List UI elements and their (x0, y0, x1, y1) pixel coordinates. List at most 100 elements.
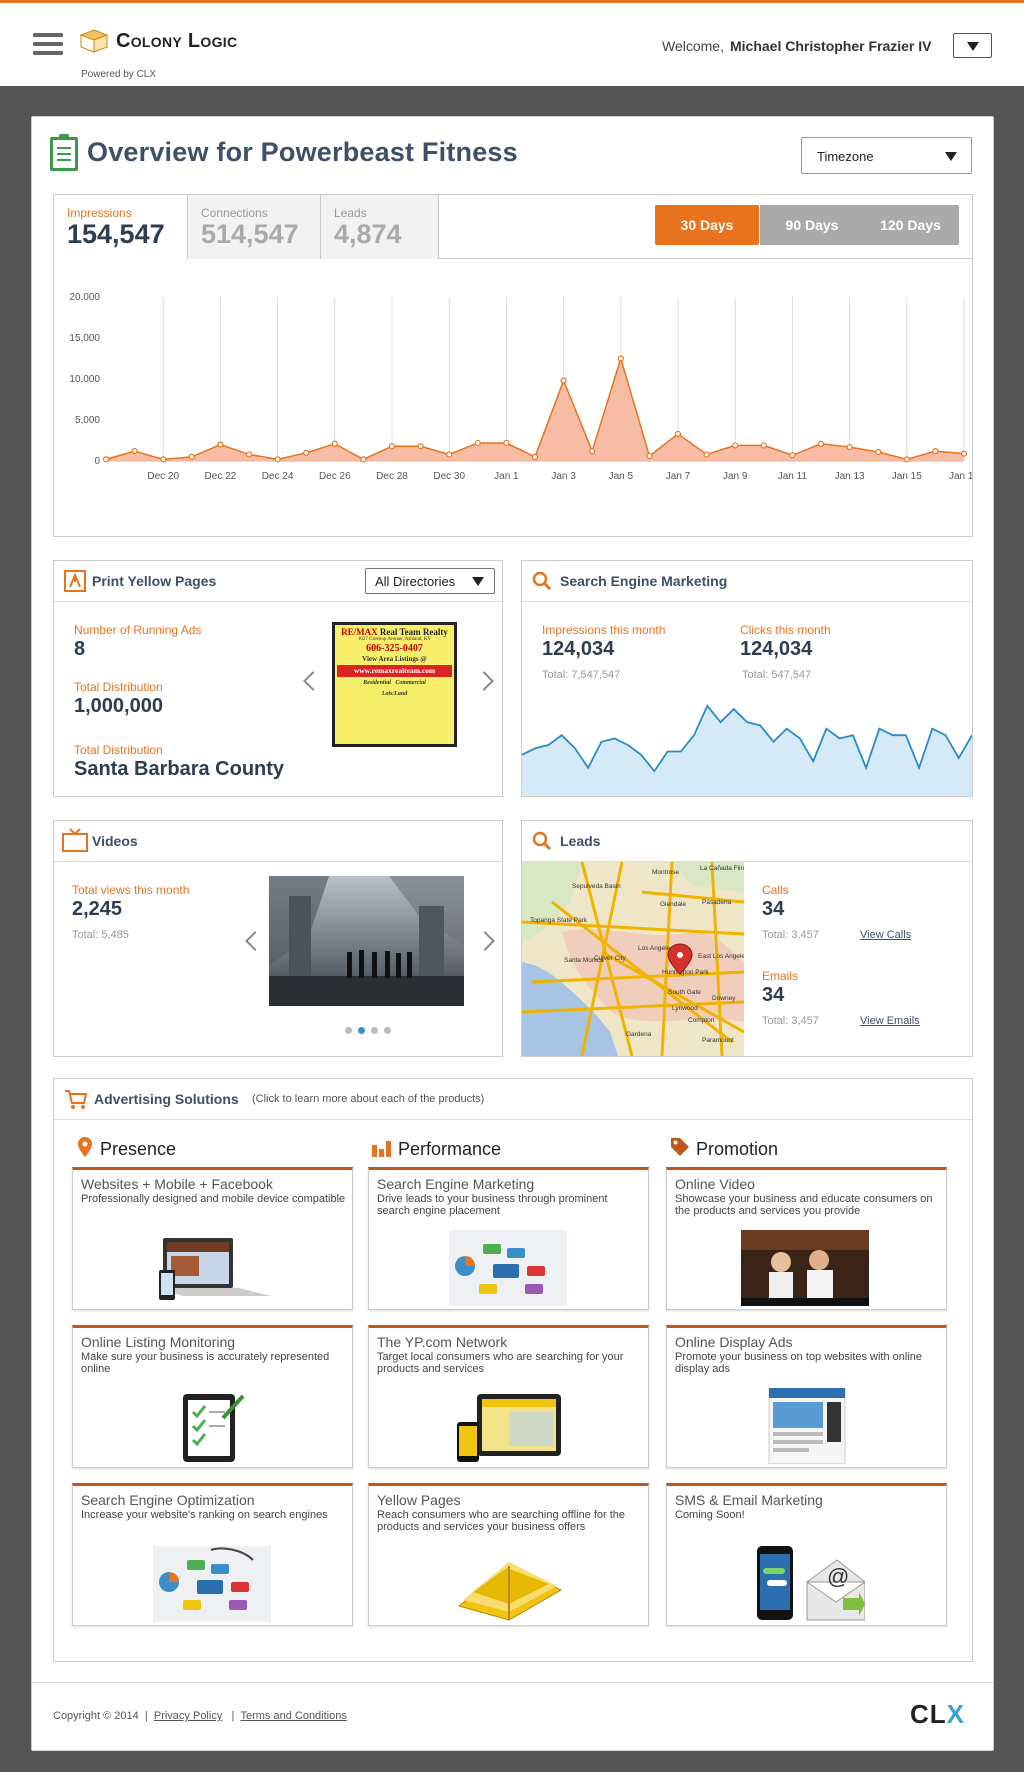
ad-listings: View Area Listings @ (362, 655, 427, 663)
chart-x-tick-label: Jan 13 (835, 471, 865, 482)
range-30-days-button[interactable]: 30 Days (655, 205, 759, 245)
map-place-label: Culver City (594, 955, 627, 962)
clicks-total: Total: 547,547 (742, 669, 812, 681)
tab-value: 514,547 (201, 219, 299, 249)
impressions-month-label: Impressions this month (542, 623, 666, 637)
laptop-phone-image (157, 1238, 271, 1300)
card-title: Videos (92, 833, 138, 849)
print-ad-image[interactable]: RE/MAX Real Team Realty 1627 Greenup Ave… (332, 622, 457, 747)
prev-ad-chevron-icon[interactable] (303, 671, 323, 691)
chart-x-tick-label: Jan 15 (892, 471, 922, 482)
views-month-label: Total views this month (72, 883, 190, 897)
chart-x-tick-label: Dec 26 (319, 471, 351, 482)
range-120-days-button[interactable]: 120 Days (862, 205, 959, 245)
card-header: Videos (54, 821, 502, 862)
bar-chart-icon (372, 1141, 391, 1157)
footer-divider (32, 1682, 993, 1683)
next-ad-chevron-icon[interactable] (474, 671, 494, 691)
product-title: Yellow Pages (377, 1492, 461, 1508)
tab-connections[interactable]: Connections 514,547 (188, 195, 321, 259)
tv-icon (62, 828, 88, 852)
chart-point (503, 439, 510, 447)
welcome-label: Welcome, (662, 38, 724, 54)
chart-y-tick-label: 20,000 (69, 292, 100, 303)
chart-point (331, 440, 338, 447)
chart-point (417, 443, 424, 450)
tab-impressions[interactable]: Impressions 154,547 (54, 195, 188, 260)
running-ads-value: 8 (74, 638, 86, 660)
carousel-dot[interactable] (371, 1027, 378, 1034)
chart-x-tick-label: Jan 1 (494, 471, 519, 482)
phone-envelope-image: @ (757, 1546, 865, 1621)
clx-logo-accent: X (946, 1699, 966, 1729)
product-desc: Target local consumers who are searching… (377, 1351, 624, 1375)
calls-label: Calls (762, 883, 789, 897)
sem-card: Search Engine Marketing Impressions this… (521, 560, 973, 797)
range-90-days-button[interactable]: 90 Days (760, 205, 864, 245)
stat-tabs: Impressions 154,547 Connections 514,547 … (54, 195, 972, 260)
product-websites[interactable]: Websites + Mobile + Facebook Professiona… (72, 1167, 353, 1310)
product-sem[interactable]: Search Engine Marketing Drive leads to y… (368, 1167, 649, 1310)
clicks-month-label: Clicks this month (740, 623, 831, 637)
impressions-total: Total: 7,547,547 (542, 669, 621, 681)
view-calls-link[interactable]: View Calls (860, 929, 911, 941)
map-pin-icon (78, 1137, 92, 1157)
product-seo[interactable]: Search Engine Optimization Increase your… (72, 1483, 353, 1626)
chart-y-tick-label: 15,000 (69, 333, 100, 344)
column-title-promotion: Promotion (696, 1139, 779, 1159)
chart-point (303, 449, 310, 456)
brand-logo[interactable]: Colony Logic (80, 29, 237, 53)
shopping-cart-icon (65, 1090, 88, 1109)
card-title: Leads (560, 833, 601, 849)
carousel-dot[interactable] (384, 1027, 391, 1034)
view-emails-link[interactable]: View Emails (860, 1015, 920, 1027)
distribution-label: Total Distribution (74, 680, 163, 694)
ad-phone: 606-325-0407 (366, 643, 423, 654)
page-title: Overview for Powerbeast Fitness (87, 137, 518, 167)
card-title: Print Yellow Pages (92, 573, 217, 589)
product-online-video[interactable]: Online Video Showcase your business and … (666, 1167, 947, 1310)
chart-point (531, 453, 539, 460)
product-display-ads[interactable]: Online Display Ads Promote your business… (666, 1325, 947, 1468)
chart-x-tick-label: Jan 3 (551, 471, 576, 482)
product-sms-email[interactable]: SMS & Email Marketing Coming Soon! @ (666, 1483, 947, 1626)
product-desc: Increase your website's ranking on searc… (81, 1509, 328, 1521)
chart-x-tick-label: Jan 7 (666, 471, 691, 482)
product-listing-monitoring[interactable]: Online Listing Monitoring Make sure your… (72, 1325, 353, 1468)
column-title-presence: Presence (100, 1139, 177, 1159)
calls-value: 34 (762, 898, 785, 920)
video-thumbnail[interactable] (269, 876, 464, 1006)
timezone-dropdown[interactable]: Timezone (801, 137, 972, 174)
prev-video-chevron-icon[interactable] (245, 931, 265, 951)
carousel-dot[interactable] (345, 1027, 352, 1034)
search-icon (532, 831, 552, 851)
leads-map[interactable]: Montrose La Cañada Flintridge Sepulveda Ba… (522, 862, 744, 1056)
privacy-policy-link[interactable]: Privacy Policy (154, 1710, 222, 1722)
product-yp-network[interactable]: The YP.com Network Target local consumer… (368, 1325, 649, 1468)
menu-icon[interactable] (33, 33, 63, 57)
card-header: Print Yellow Pages All Directories (54, 561, 502, 602)
chart-point (646, 452, 653, 460)
user-menu-dropdown[interactable] (953, 33, 992, 58)
emails-value: 34 (762, 984, 785, 1006)
chart-x-tick-label: Dec 22 (205, 471, 237, 482)
map-place-label: Downey (712, 995, 736, 1002)
chart-point (589, 448, 596, 455)
chart-point (789, 452, 796, 459)
carousel-dot-active[interactable] (358, 1027, 365, 1034)
tab-leads[interactable]: Leads 4,874 (321, 195, 439, 259)
product-title: Websites + Mobile + Facebook (81, 1176, 273, 1192)
tab-value: 154,547 (67, 219, 165, 249)
product-title: Online Display Ads (675, 1334, 793, 1350)
map-place-label: Glendale (660, 901, 686, 908)
chart-point (960, 450, 968, 457)
terms-link[interactable]: Terms and Conditions (240, 1710, 346, 1722)
product-yellow-pages[interactable]: Yellow Pages Reach consumers who are sea… (368, 1483, 649, 1626)
chart-x-tick-label: Dec 24 (262, 471, 294, 482)
chart-x-tick-label: Dec 20 (147, 471, 179, 482)
chart-point (102, 456, 110, 463)
seo-keys-image (153, 1546, 271, 1622)
directories-dropdown[interactable]: All Directories (365, 568, 495, 594)
product-desc: Showcase your business and educate consu… (675, 1193, 933, 1217)
next-video-chevron-icon[interactable] (475, 931, 495, 951)
